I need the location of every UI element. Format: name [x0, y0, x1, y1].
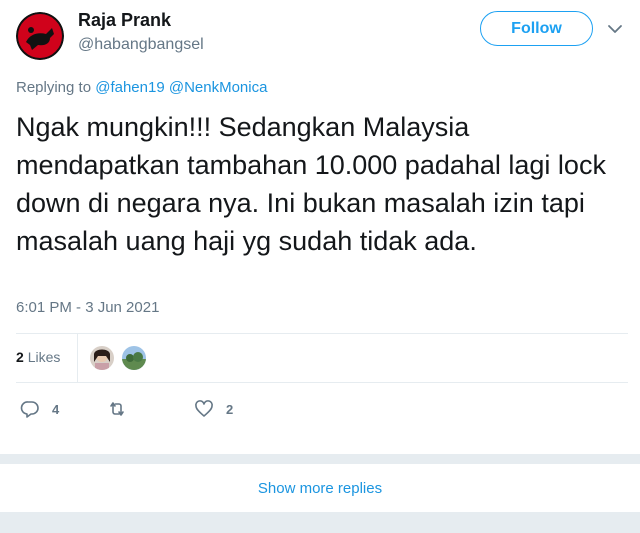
retweet-button[interactable] — [107, 394, 139, 424]
tweet-header: Raja Prank @habangbangsel Follow — [0, 0, 640, 72]
replying-to: Replying to @fahen19 @NenkMonica — [16, 79, 267, 96]
divider — [16, 382, 628, 383]
tweet-timestamp[interactable]: 6:01 PM - 3 Jun 2021 — [16, 299, 159, 316]
show-more-replies-button[interactable]: Show more replies — [0, 464, 640, 512]
reply-count: 4 — [52, 401, 60, 417]
likes-count: 2 — [16, 349, 24, 365]
likes-summary[interactable]: 2 Likes — [16, 349, 60, 365]
replying-to-prefix: Replying to — [16, 79, 92, 96]
author-handle[interactable]: @habangbangsel — [78, 36, 204, 54]
divider — [77, 334, 78, 382]
chevron-down-icon[interactable] — [606, 20, 624, 38]
mention-link[interactable]: @fahen19 — [95, 79, 164, 96]
follow-button[interactable]: Follow — [480, 11, 593, 46]
tweet-actions: 4 2 — [16, 394, 616, 424]
reply-icon — [20, 401, 39, 418]
liker-avatar[interactable] — [90, 346, 114, 370]
author-name[interactable]: Raja Prank — [78, 10, 171, 31]
reply-button[interactable]: 4 — [20, 394, 59, 424]
heart-icon — [195, 400, 213, 417]
likes-row: 2 Likes — [16, 334, 628, 382]
section-separator — [0, 454, 640, 464]
section-separator — [0, 512, 640, 533]
tweet-text: Ngak mungkin!!! Sedangkan Malaysia menda… — [16, 112, 606, 256]
author-avatar[interactable] — [16, 12, 64, 60]
likes-label: Likes — [27, 349, 61, 365]
liker-avatar[interactable] — [122, 346, 146, 370]
retweet-icon — [110, 402, 124, 416]
mention-link[interactable]: @NenkMonica — [169, 79, 268, 96]
like-button[interactable]: 2 — [194, 394, 233, 424]
like-count: 2 — [226, 401, 234, 417]
